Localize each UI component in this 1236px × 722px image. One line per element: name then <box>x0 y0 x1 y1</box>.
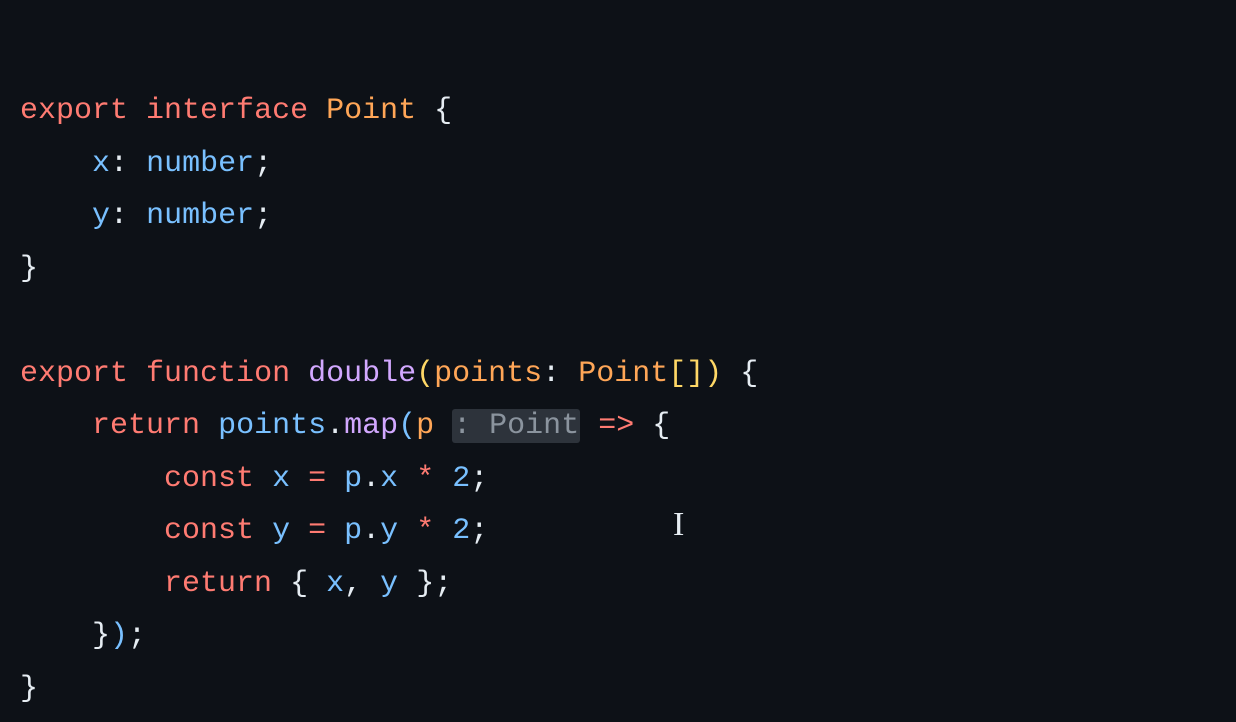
open-paren: ( <box>398 409 416 443</box>
keyword-return: return <box>92 409 200 443</box>
code-line[interactable]: export function double(points: Point[]) … <box>20 348 1216 401</box>
property-y: y <box>92 199 110 233</box>
type-identifier: Point <box>578 357 668 391</box>
variable-local: y <box>272 514 290 548</box>
code-line[interactable]: const y = p.y * 2; <box>20 505 1216 558</box>
open-brace: { <box>652 409 670 443</box>
parameter: points <box>434 357 542 391</box>
close-paren: ) <box>704 357 722 391</box>
close-brace: } <box>20 672 38 706</box>
variable: p <box>344 514 362 548</box>
dot: . <box>326 409 344 443</box>
code-line-blank[interactable] <box>20 295 1216 348</box>
colon: : <box>110 147 128 181</box>
variable: p <box>344 462 362 496</box>
semicolon: ; <box>254 147 272 181</box>
keyword-export: export <box>20 357 128 391</box>
number-literal: 2 <box>452 462 470 496</box>
open-brace: { <box>740 357 758 391</box>
variable: x <box>326 567 344 601</box>
code-line[interactable]: } <box>20 243 1216 296</box>
colon: : <box>110 199 128 233</box>
property-x: x <box>92 147 110 181</box>
code-line[interactable]: y: number; <box>20 190 1216 243</box>
close-brace: } <box>20 252 38 286</box>
open-paren: ( <box>416 357 434 391</box>
multiply-operator: * <box>416 462 434 496</box>
colon: : <box>542 357 560 391</box>
open-brace: { <box>434 94 452 128</box>
semicolon: ; <box>128 619 146 653</box>
property-access: x <box>380 462 398 496</box>
semicolon: ; <box>434 567 452 601</box>
semicolon: ; <box>470 514 488 548</box>
keyword-const: const <box>164 462 254 496</box>
semicolon: ; <box>254 199 272 233</box>
code-line[interactable]: export interface Point { <box>20 85 1216 138</box>
close-paren: ) <box>110 619 128 653</box>
dot: . <box>362 462 380 496</box>
variable: y <box>380 567 398 601</box>
number-literal: 2 <box>452 514 470 548</box>
keyword-export: export <box>20 94 128 128</box>
inlay-type-hint: : Point <box>452 409 580 443</box>
code-line[interactable]: } <box>20 663 1216 716</box>
keyword-function: function <box>146 357 290 391</box>
open-bracket: [ <box>668 357 686 391</box>
keyword-interface: interface <box>146 94 308 128</box>
variable-local: x <box>272 462 290 496</box>
type-identifier: Point <box>326 94 416 128</box>
code-line[interactable]: return points.map(p : Point => { <box>20 400 1216 453</box>
close-brace: } <box>92 619 110 653</box>
parameter: p <box>416 409 434 443</box>
function-name: double <box>308 357 416 391</box>
equals-operator: = <box>308 462 326 496</box>
close-brace: } <box>416 567 434 601</box>
open-brace: { <box>290 567 308 601</box>
type-number: number <box>146 147 254 181</box>
equals-operator: = <box>308 514 326 548</box>
dot: . <box>362 514 380 548</box>
code-line[interactable]: const x = p.x * 2; <box>20 453 1216 506</box>
semicolon: ; <box>470 462 488 496</box>
method-name: map <box>344 409 398 443</box>
keyword-const: const <box>164 514 254 548</box>
code-line[interactable]: x: number; <box>20 138 1216 191</box>
code-editor[interactable]: export interface Point { x: number; y: n… <box>20 85 1216 715</box>
type-number: number <box>146 199 254 233</box>
code-line[interactable]: return { x, y }; <box>20 558 1216 611</box>
keyword-return: return <box>164 567 272 601</box>
close-bracket: ] <box>686 357 704 391</box>
variable: points <box>218 409 326 443</box>
comma: , <box>344 567 362 601</box>
multiply-operator: * <box>416 514 434 548</box>
code-line[interactable]: }); <box>20 610 1216 663</box>
property-access: y <box>380 514 398 548</box>
arrow-operator: => <box>598 409 634 443</box>
